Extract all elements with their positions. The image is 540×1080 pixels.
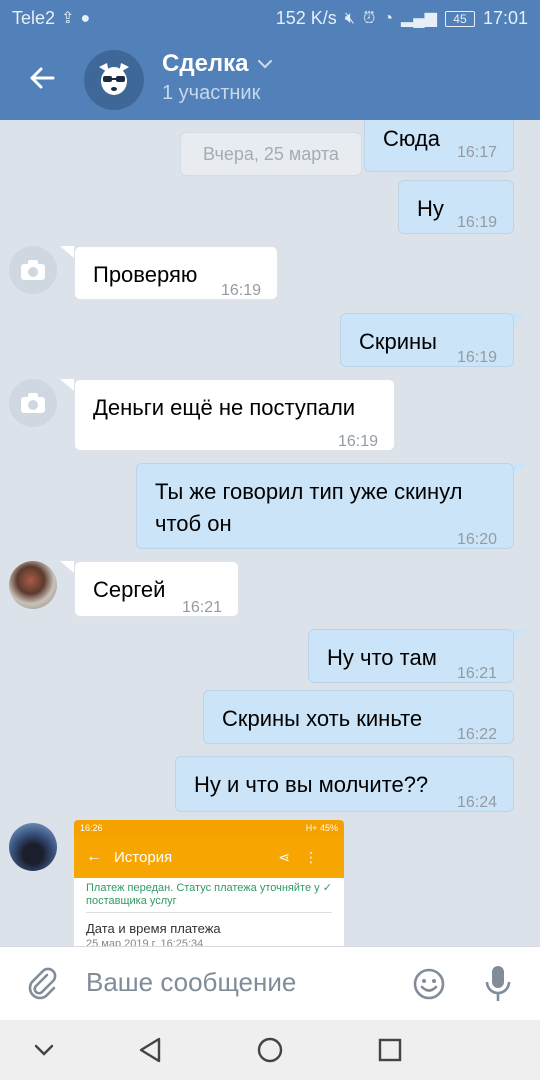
status-bar: Tele2 ⇪ ● 152 K/s 🔇︎ ⏰︎ ◔ ▂▄▆ 45 17:01: [0, 0, 540, 36]
message-time: 16:17: [457, 144, 498, 161]
attachment-body: Платеж передан. Статус платежа уточняйте…: [74, 878, 344, 946]
message-text: Сергей: [93, 577, 166, 602]
bubble-tail: [60, 246, 74, 258]
bubble-tail: [60, 561, 74, 573]
system-navigation-bar: [0, 1020, 540, 1080]
message-text: Проверяю: [93, 262, 198, 287]
voice-record-button[interactable]: [478, 961, 518, 1007]
chat-title[interactable]: Сделка: [162, 50, 273, 78]
chat-notification-icon: ●: [80, 9, 91, 27]
message-bubble-outgoing[interactable]: Ну что там 16:21: [308, 629, 514, 683]
message-time: 16:20: [457, 531, 498, 548]
image-attachment[interactable]: 16:26 H+ 45% ← История ⋖⋮ Платеж передан…: [74, 820, 344, 946]
attachment-status-bar: 16:26 H+ 45%: [74, 820, 344, 836]
checkmark-icon: ✓: [322, 882, 332, 894]
wifi-icon: ◔: [383, 9, 393, 27]
message-bubble-incoming[interactable]: Сергей 16:21: [74, 561, 239, 617]
message-time: 16:19: [338, 433, 379, 450]
chevron-down-icon: [34, 1044, 54, 1056]
message-bubble-incoming[interactable]: Проверяю 16:19: [74, 246, 278, 300]
dog-sunglasses-icon: [99, 63, 129, 95]
attachment-share-icon: ⋖⋮: [278, 848, 332, 865]
message-time: 16:22: [457, 726, 498, 743]
mute-icon: 🔇︎: [344, 9, 355, 27]
chat-avatar[interactable]: [84, 50, 144, 110]
message-time: 16:21: [182, 599, 223, 616]
message-time: 16:19: [457, 214, 498, 231]
attach-button[interactable]: [22, 963, 62, 1003]
network-speed: 152 K/s: [275, 8, 337, 28]
bubble-tail: [60, 379, 74, 391]
message-time: 16:19: [221, 282, 262, 299]
sender-avatar[interactable]: [9, 561, 57, 609]
smile-icon: [413, 968, 445, 1000]
message-bubble-outgoing[interactable]: Ну 16:19: [398, 180, 514, 234]
attachment-app-bar: ← История ⋖⋮: [74, 836, 344, 878]
message-text: Ну: [417, 196, 444, 221]
square-recents-icon: [378, 1038, 402, 1062]
message-bubble-outgoing[interactable]: Ну и что вы молчите?? 16:24: [175, 756, 514, 812]
sender-avatar[interactable]: [9, 379, 57, 427]
message-time: 16:19: [457, 349, 498, 366]
message-text: Деньги ещё не поступали: [93, 395, 356, 420]
chevron-down-icon: [257, 59, 272, 69]
circle-home-icon: [257, 1037, 283, 1063]
camera-icon: [21, 393, 45, 413]
carrier-label: Tele2: [12, 8, 56, 28]
attachment-label: Дата и время платежа: [86, 921, 221, 936]
message-composer: Ваше сообщение: [0, 946, 540, 1020]
message-text: Скрины хоть киньте: [222, 706, 423, 731]
paperclip-icon: [28, 967, 57, 1000]
bubble-tail: [514, 629, 528, 641]
top-bar: Tele2 ⇪ ● 152 K/s 🔇︎ ⏰︎ ◔ ▂▄▆ 45 17:01 С…: [0, 0, 540, 120]
message-bubble-incoming[interactable]: Деньги ещё не поступали 16:19: [74, 379, 395, 451]
upload-icon: ⇪: [61, 9, 75, 27]
microphone-icon: [485, 966, 511, 1001]
emoji-button[interactable]: [408, 963, 450, 1005]
message-text: Ну что там: [327, 645, 437, 670]
sender-avatar[interactable]: [9, 823, 57, 871]
attachment-title: История: [114, 848, 173, 866]
message-bubble-outgoing[interactable]: Скрины 16:19: [340, 313, 514, 367]
nav-recents-button[interactable]: [370, 1032, 410, 1068]
message-time: 16:21: [457, 665, 498, 682]
message-text: Сюда: [383, 126, 440, 151]
nav-home-button[interactable]: [250, 1032, 290, 1068]
message-text: Скрины: [359, 329, 437, 354]
message-bubble-outgoing[interactable]: Ты же говорил тип уже скинул чтоб он 16:…: [136, 463, 514, 549]
back-arrow-icon: [30, 67, 55, 89]
signal-icon: ▂▄▆: [401, 9, 437, 27]
bubble-tail: [514, 463, 528, 475]
alarm-icon: ⏰︎: [362, 9, 376, 27]
clock: 17:01: [482, 8, 528, 28]
attachment-back-icon: ←: [86, 848, 102, 865]
message-list[interactable]: Вчера, 25 марта Сюда 16:17 Ну 16:19 Пров…: [0, 120, 540, 946]
battery-icon: 45: [444, 10, 475, 27]
message-text-line2: чтоб он: [155, 511, 232, 536]
attachment-date: 25 мар 2019 г. 16:25:34: [86, 938, 204, 946]
chat-subtitle: 1 участник: [162, 82, 261, 104]
message-bubble-outgoing[interactable]: Сюда 16:17: [364, 120, 514, 172]
message-time: 16:24: [457, 794, 498, 811]
nav-back-button[interactable]: [130, 1032, 170, 1068]
bubble-tail: [514, 313, 528, 325]
date-separator: Вчера, 25 марта: [180, 132, 362, 176]
nav-hide-button[interactable]: [24, 1032, 64, 1068]
back-button[interactable]: [20, 56, 64, 100]
message-text: Ну и что вы молчите??: [194, 772, 429, 797]
chat-header: Сделка 1 участник: [0, 36, 540, 120]
attachment-payment-status: Платеж передан. Статус платежа уточняйте…: [86, 882, 332, 913]
message-input[interactable]: Ваше сообщение: [86, 967, 296, 998]
message-text-line1: Ты же говорил тип уже скинул: [155, 479, 463, 504]
triangle-back-icon: [139, 1037, 161, 1063]
message-bubble-outgoing[interactable]: Скрины хоть киньте 16:22: [203, 690, 514, 744]
sender-avatar[interactable]: [9, 246, 57, 294]
camera-icon: [21, 260, 45, 280]
